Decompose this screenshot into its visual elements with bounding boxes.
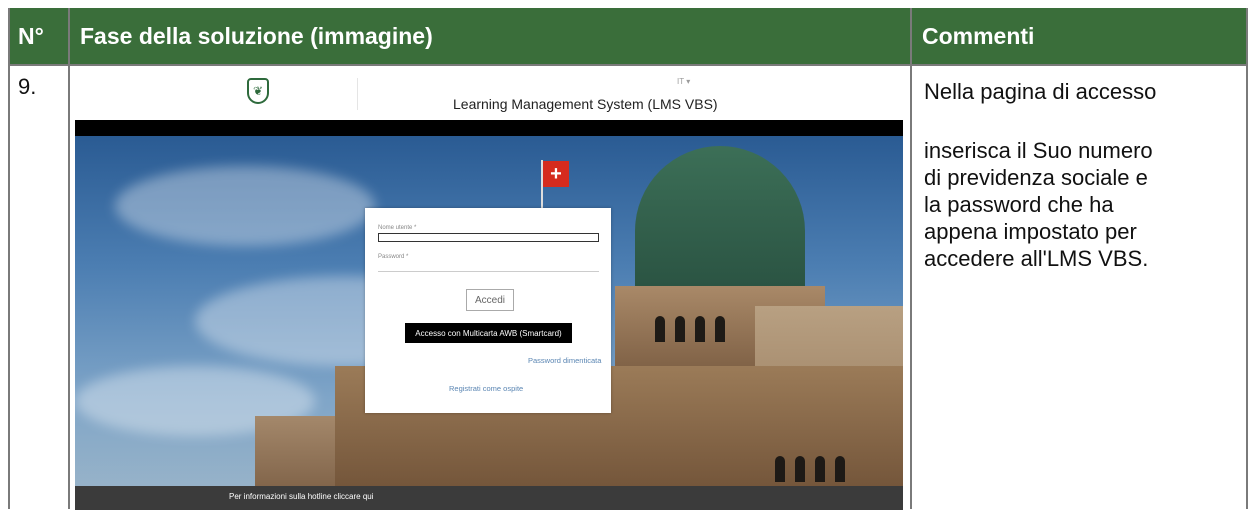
column-divider [910, 8, 912, 509]
forgot-password-link[interactable]: Password dimenticata [528, 356, 601, 365]
window [695, 316, 705, 342]
border-left [8, 8, 10, 509]
row-divider [8, 64, 1248, 66]
comment-line: di previdenza sociale e [924, 165, 1148, 190]
header-comments: Commenti [912, 8, 1248, 64]
comment-line: accedere all'LMS VBS. [924, 246, 1149, 271]
lms-title: Learning Management System (LMS VBS) [453, 96, 718, 112]
step-number: 9. [18, 74, 37, 99]
comment-line: appena impostato per [924, 219, 1137, 244]
step-comment: Nella pagina di accesso inserisca il Suo… [924, 78, 1240, 272]
window [795, 456, 805, 482]
column-divider [68, 8, 70, 509]
guest-register-link[interactable]: Registrati come ospite [449, 384, 523, 393]
cloud [115, 166, 375, 246]
lms-login-screenshot: ❦ IT ▾ Learning Management System (LMS V… [75, 72, 903, 510]
login-panel: Nome utente * Password * Accedi Accesso … [365, 208, 611, 413]
swiss-flag-icon: + [543, 161, 569, 187]
window [775, 456, 785, 482]
language-selector[interactable]: IT ▾ [677, 77, 690, 86]
vbs-shield-logo-icon: ❦ [247, 78, 269, 104]
comment-spacer [924, 105, 1240, 137]
window [815, 456, 825, 482]
lms-topbar: ❦ IT ▾ Learning Management System (LMS V… [75, 72, 903, 120]
comment-line: Nella pagina di accesso [924, 79, 1157, 104]
topbar-separator [357, 78, 358, 110]
lms-footer [75, 486, 903, 510]
login-button[interactable]: Accedi [466, 289, 514, 311]
password-label: Password * [378, 254, 409, 260]
window [715, 316, 725, 342]
window [655, 316, 665, 342]
lms-navbar: ? [75, 120, 903, 181]
username-field[interactable] [378, 233, 599, 242]
border-right [1246, 8, 1248, 509]
header-num: N° [8, 8, 68, 64]
password-field[interactable] [378, 263, 599, 272]
username-label: Nome utente * [378, 225, 417, 231]
smartcard-login-button[interactable]: Accesso con Multicarta AWB (Smartcard) [405, 323, 572, 343]
header-phase: Fase della soluzione (immagine) [70, 8, 910, 64]
window [675, 316, 685, 342]
comment-line: inserisca il Suo numero [924, 138, 1153, 163]
hotline-link[interactable]: Per informazioni sulla hotline cliccare … [229, 492, 374, 501]
window [835, 456, 845, 482]
parliament-dome [635, 146, 805, 286]
comment-line: la password che ha [924, 192, 1114, 217]
